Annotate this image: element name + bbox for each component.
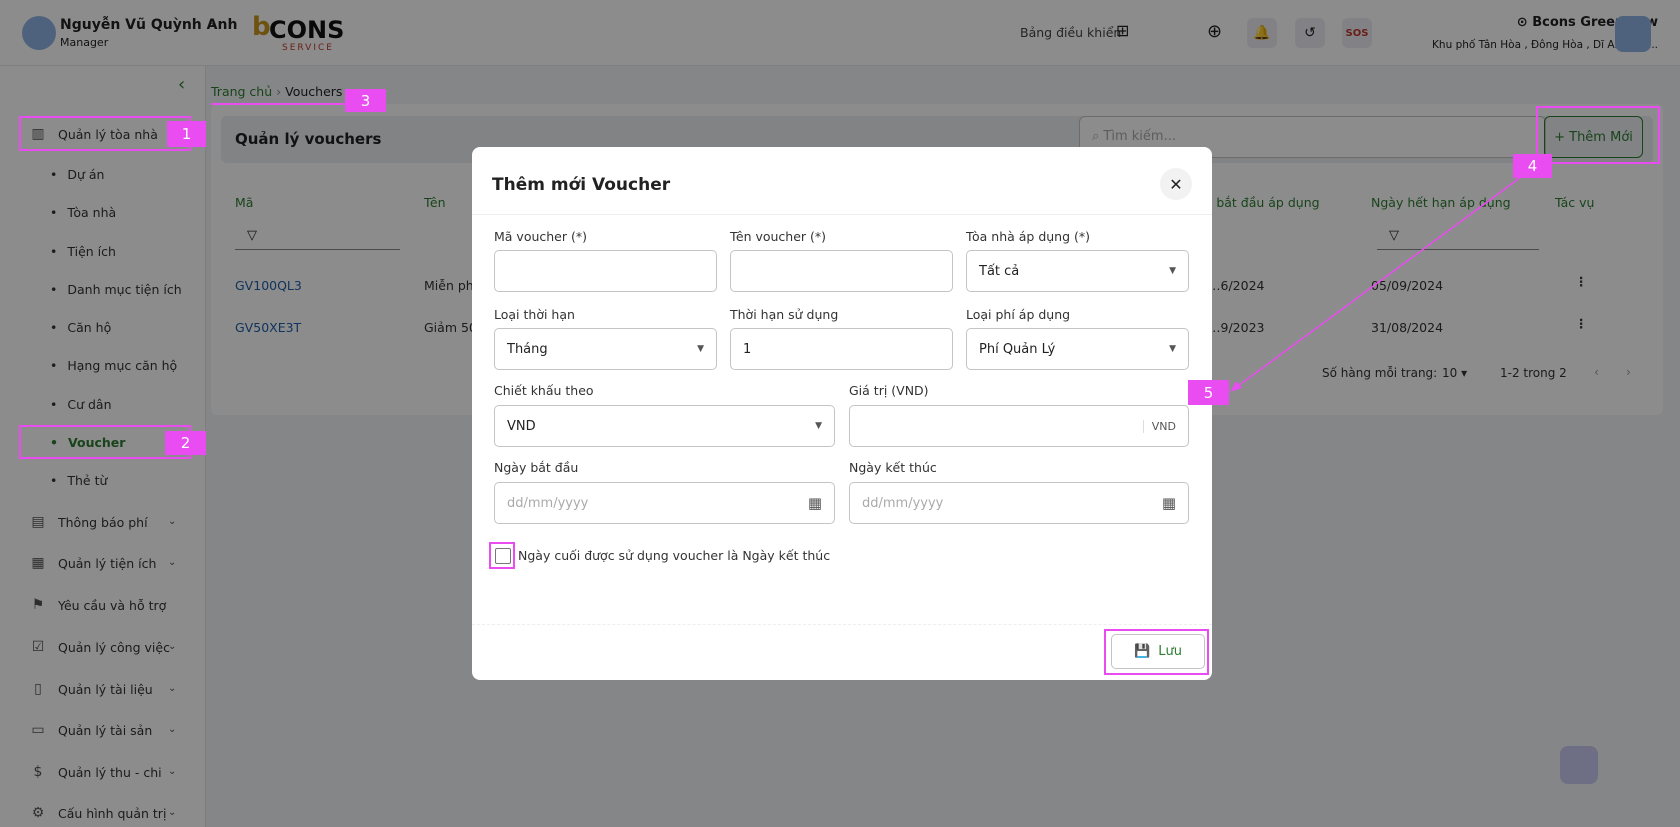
annotation-box-checkbox [489,542,515,569]
annotation-box-save [1104,629,1209,675]
annotation-label-5: 5 [1188,380,1229,405]
annotation-arrow [1230,176,1522,392]
